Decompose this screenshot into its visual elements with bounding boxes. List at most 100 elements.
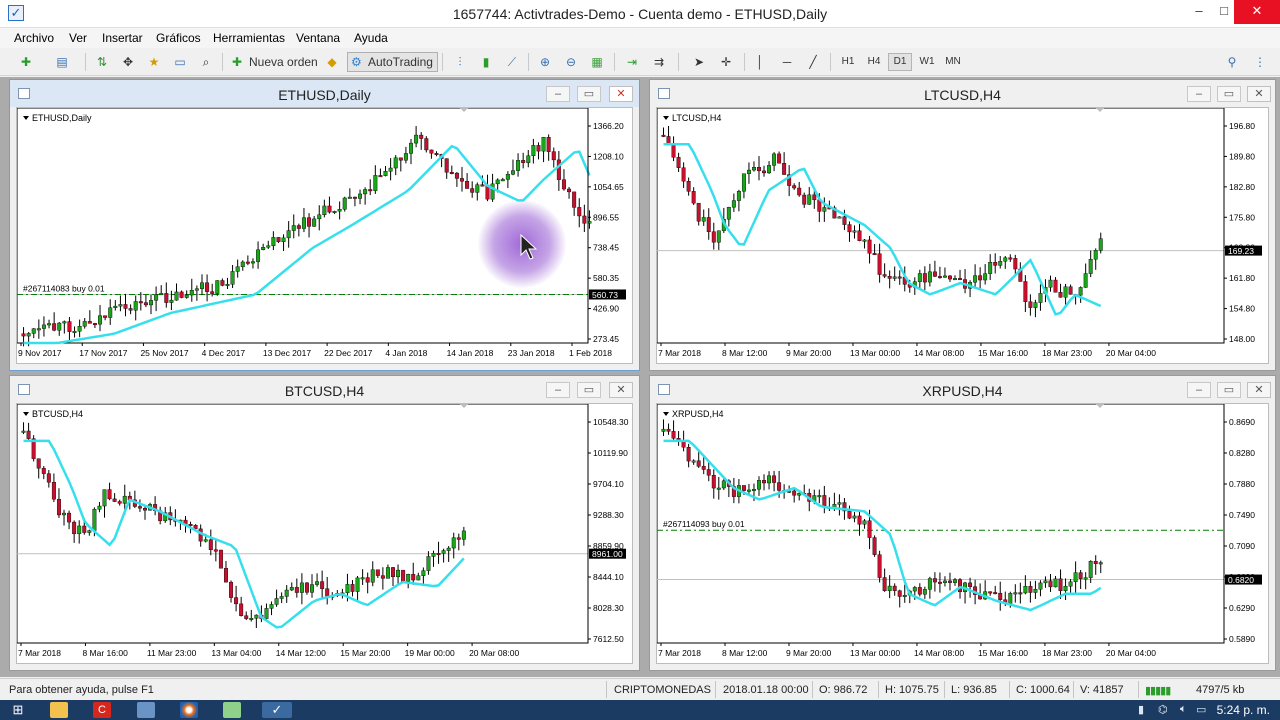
metatrader-taskbar-icon[interactable]: ✓ xyxy=(262,702,292,718)
candle-body xyxy=(281,237,286,242)
candlestick-icon[interactable]: ▮ xyxy=(476,52,496,72)
chart-close-button[interactable]: ✕ xyxy=(609,382,633,398)
vertical-line-icon[interactable]: │ xyxy=(750,52,770,72)
cursor-icon[interactable]: ➤ xyxy=(689,52,709,72)
app-red-icon[interactable]: C xyxy=(93,702,111,718)
volume-icon[interactable]: 🔈︎ xyxy=(1180,703,1187,716)
timeframe-h4-button[interactable]: H4 xyxy=(862,53,886,71)
windows-start-icon[interactable]: ⊞ xyxy=(9,702,27,718)
candle-body xyxy=(365,577,370,583)
menu-ventana[interactable]: Ventana xyxy=(296,31,340,45)
menu-herramientas[interactable]: Herramientas xyxy=(213,31,285,45)
chart-canvas[interactable]: ETHUSD,Daily #267114083 buy 0.01 1366.20 12… xyxy=(16,107,633,364)
close-button[interactable]: ✕ xyxy=(1234,0,1280,24)
chart-minimize-button[interactable]: – xyxy=(1187,86,1211,102)
candle-body xyxy=(429,149,434,154)
zoom-out-icon[interactable]: ⊖ xyxy=(561,52,581,72)
chart-canvas[interactable]: BTCUSD,H4 10548.30 10119.90 9704.10 9288.30 8… xyxy=(16,403,633,664)
status-close: C: 1000.64 xyxy=(1016,684,1070,696)
candle-body xyxy=(46,473,51,483)
file-explorer-icon[interactable] xyxy=(50,702,68,718)
candle-body xyxy=(1078,572,1083,579)
meta-editor-icon[interactable]: ◆ xyxy=(322,52,342,72)
chart-canvas[interactable]: XRPUSD,H4 #267114093 buy 0.01 0.8690 0.8280… xyxy=(656,403,1269,664)
new-chart-icon[interactable]: ✚ xyxy=(16,52,36,72)
candle-body xyxy=(396,569,401,578)
timeframe-mn-button[interactable]: MN xyxy=(941,53,965,71)
candle-body xyxy=(245,261,250,264)
x-tick-label: 13 Mar 00:00 xyxy=(850,348,900,358)
chart-minimize-button[interactable]: – xyxy=(1187,382,1211,398)
market-watch-icon[interactable]: ⇅ xyxy=(92,52,112,72)
candle-body xyxy=(102,489,107,507)
candle-body xyxy=(862,239,867,242)
x-tick-label: 15 Mar 20:00 xyxy=(340,648,390,658)
chart-minimize-button[interactable]: – xyxy=(546,86,570,102)
timeframe-d1-button[interactable]: D1 xyxy=(888,53,912,71)
chart-window-titlebar[interactable]: XRPUSD,H4 – ▭ ✕ xyxy=(650,376,1275,403)
menu-insertar[interactable]: Insertar xyxy=(102,31,143,45)
search-icon[interactable]: ⚲ xyxy=(1222,52,1242,72)
menu-graficos[interactable]: Gráficos xyxy=(156,31,201,45)
candle-body xyxy=(240,261,245,267)
menu-ver[interactable]: Ver xyxy=(69,31,87,45)
timeframe-w1-button[interactable]: W1 xyxy=(915,53,939,71)
keyboard-icon[interactable]: ▭ xyxy=(1196,703,1206,716)
candle-body xyxy=(123,304,128,309)
timeframe-h1-button[interactable]: H1 xyxy=(836,53,860,71)
x-tick-label: 7 Mar 2018 xyxy=(658,648,701,658)
bar-chart-icon[interactable]: ⫶ xyxy=(450,52,470,72)
crosshair-icon[interactable]: ✛ xyxy=(716,52,736,72)
y-tick-label: 0.7490 xyxy=(1229,510,1255,520)
chart-window-btcusd[interactable]: BTCUSD,H4 – ▭ ✕ BTCUSD,H4 10548.30 10119.9… xyxy=(9,375,640,671)
line-chart-icon[interactable]: ⟋ xyxy=(502,52,522,72)
chart-close-button[interactable]: ✕ xyxy=(1247,382,1271,398)
profiles-icon[interactable]: ▤ xyxy=(52,52,72,72)
options-icon[interactable]: ⋮ xyxy=(1250,52,1270,72)
horizontal-line-icon[interactable]: ─ xyxy=(777,52,797,72)
candle-body xyxy=(716,230,721,243)
chart-window-titlebar[interactable]: BTCUSD,H4 – ▭ ✕ xyxy=(10,376,639,403)
tester-icon[interactable]: ⌕ xyxy=(196,52,216,72)
chart-canvas[interactable]: LTCUSD,H4196.80189.80182.80175.80168.801… xyxy=(656,107,1269,364)
chart-maximize-button[interactable]: ▭ xyxy=(577,382,601,398)
navigator-icon[interactable]: ★ xyxy=(144,52,164,72)
trendline-icon[interactable]: ╱ xyxy=(803,52,823,72)
browser-icon[interactable] xyxy=(180,702,198,718)
auto-scroll-icon[interactable]: ⇉ xyxy=(649,52,669,72)
status-profile[interactable]: CRIPTOMONEDAS xyxy=(614,684,711,696)
chart-maximize-button[interactable]: ▭ xyxy=(1217,86,1241,102)
chart-window-titlebar[interactable]: LTCUSD,H4 – ▭ ✕ xyxy=(650,80,1275,107)
terminal-icon[interactable]: ▭ xyxy=(170,52,190,72)
data-window-icon[interactable]: ✥ xyxy=(118,52,138,72)
candle-body xyxy=(454,172,459,179)
menu-archivo[interactable]: Archivo xyxy=(14,31,54,45)
chart-maximize-button[interactable]: ▭ xyxy=(577,86,601,102)
new-order-button[interactable]: ✚ Nueva orden xyxy=(228,52,323,72)
candle-body xyxy=(235,266,240,272)
candle-body xyxy=(877,253,882,275)
chart-close-button[interactable]: ✕ xyxy=(1247,86,1271,102)
candle-body xyxy=(67,321,72,332)
chart-close-button[interactable]: ✕ xyxy=(609,86,633,102)
candle-body xyxy=(958,278,962,281)
battery-icon[interactable]: ▮ xyxy=(1138,703,1144,716)
tile-windows-icon[interactable]: ▦ xyxy=(587,52,607,72)
x-tick-label: 15 Mar 16:00 xyxy=(978,648,1028,658)
chart-minimize-button[interactable]: – xyxy=(546,382,570,398)
autotrading-button[interactable]: ⚙ AutoTrading xyxy=(347,52,438,72)
chart-window-xrpusd[interactable]: XRPUSD,H4 – ▭ ✕ XRPUSD,H4 #267114093 buy … xyxy=(649,375,1276,671)
chart-window-titlebar[interactable]: ETHUSD,Daily – ▭ ✕ xyxy=(10,80,639,107)
candle-body xyxy=(301,217,306,229)
candle-body xyxy=(867,520,872,538)
chart-window-ltcusd[interactable]: LTCUSD,H4 – ▭ ✕ LTCUSD,H4 196.80 189.80 182… xyxy=(649,79,1276,371)
menu-ayuda[interactable]: Ayuda xyxy=(354,31,388,45)
chart-shift-icon[interactable]: ⇥ xyxy=(622,52,642,72)
chart-window-ethusd[interactable]: ETHUSD,Daily – ▭ ✕ ETHUSD,Daily #26711408… xyxy=(9,79,640,371)
candle-body xyxy=(872,537,877,555)
document-icon[interactable] xyxy=(137,702,155,718)
network-icon[interactable]: ⌬ xyxy=(1158,703,1168,716)
chart-maximize-button[interactable]: ▭ xyxy=(1217,382,1241,398)
app-green-icon[interactable] xyxy=(223,702,241,718)
zoom-in-icon[interactable]: ⊕ xyxy=(535,52,555,72)
